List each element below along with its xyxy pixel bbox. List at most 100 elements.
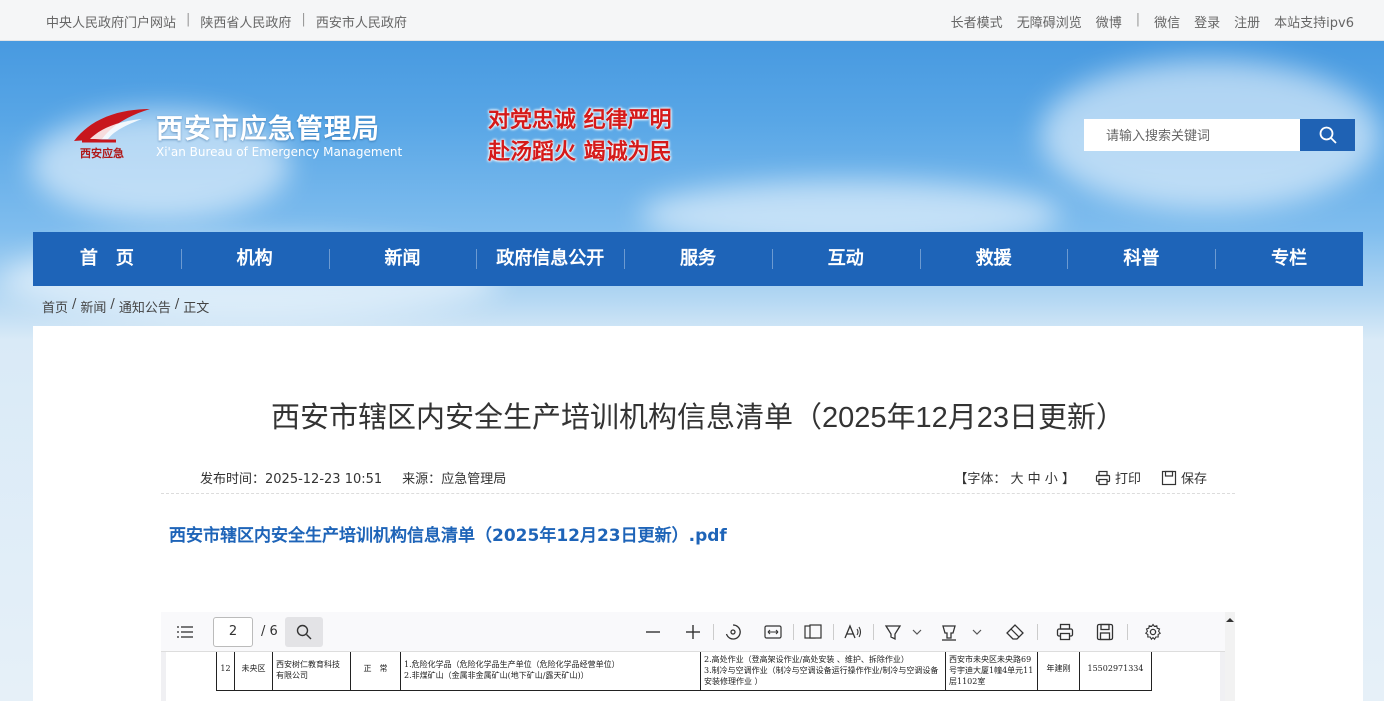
scope-line-1: 1.危险化学品（危险化学品生产单位（危险化学品经营单位） — [404, 660, 620, 669]
eraser-icon — [1006, 624, 1024, 640]
weibo-link[interactable]: 微博 — [1096, 12, 1122, 31]
table-row: 12 未央区 西安树仁教育科技有限公司 正 常 1.危险化学品（危险化学品生产单… — [216, 652, 1152, 691]
zoom-reset-button[interactable] — [723, 622, 743, 642]
site-logo[interactable]: 西安应急 西安市应急管理局 Xi'an Bureau of Emergency … — [72, 105, 402, 175]
list-icon — [177, 626, 193, 638]
cell-contact: 年建刚 — [1037, 652, 1080, 691]
logo-subtitle: 西安应急 — [80, 147, 124, 160]
article-container: 西安市辖区内安全生产培训机构信息清单（2025年12月23日更新） 发布时间：2… — [33, 326, 1363, 701]
wechat-link[interactable]: 微信 — [1154, 12, 1180, 31]
minus-icon — [646, 631, 660, 633]
breadcrumb: 首页 / 新闻 / 通知公告 / 正文 — [42, 297, 209, 316]
publish-info: 发布时间：2025-12-23 10:51 — [200, 468, 382, 487]
fit-width-button[interactable] — [763, 622, 783, 642]
publish-time: 2025-12-23 10:51 — [265, 472, 383, 487]
logo-emblem-icon — [74, 109, 150, 143]
top-bar: 中央人民政府门户网站 | 陕西省人民政府 | 西安市人民政府 长者模式 无障碍浏… — [0, 0, 1384, 41]
separator: | — [301, 12, 306, 27]
pdf-scrollbar[interactable] — [1225, 612, 1235, 701]
nav-interaction[interactable]: 互动 — [771, 232, 920, 286]
breadcrumb-separator: / — [110, 297, 115, 312]
pdf-settings-button[interactable] — [1143, 622, 1163, 642]
pdf-print-button[interactable] — [1055, 622, 1075, 642]
site-search — [1084, 119, 1355, 151]
read-aloud-button[interactable] — [843, 622, 863, 642]
nav-science[interactable]: 科普 — [1067, 232, 1215, 286]
special-line-1: 2.高处作业（登高架设作业/高处安装 、维护、拆除作业） — [704, 655, 909, 664]
sidebar-toggle-button[interactable] — [175, 622, 195, 642]
pdf-table: 12 未央区 西安树仁教育科技有限公司 正 常 1.危险化学品（危险化学品生产单… — [216, 652, 1152, 691]
accessibility-link[interactable]: 无障碍浏览 — [1017, 12, 1082, 31]
nav-gov-info[interactable]: 政府信息公开 — [476, 232, 624, 286]
search-button[interactable] — [1300, 119, 1355, 151]
font-size-close: 】 — [1061, 472, 1075, 487]
zoom-in-button[interactable] — [683, 622, 703, 642]
draw-options-button[interactable] — [967, 622, 987, 642]
save-icon — [1161, 470, 1177, 485]
save-icon — [1096, 623, 1114, 641]
highlighter-icon — [884, 625, 902, 641]
scroll-up-icon — [1226, 618, 1234, 622]
link-central-gov[interactable]: 中央人民政府门户网站 — [46, 12, 176, 31]
toolbar-separator — [833, 624, 834, 640]
chevron-down-icon — [972, 629, 982, 635]
highlight-button[interactable] — [883, 622, 903, 642]
article-tools: 【字体： 大 中 小 】 打印 保存 — [954, 468, 1207, 487]
nav-organization[interactable]: 机构 — [180, 232, 329, 286]
breadcrumb-notices[interactable]: 通知公告 — [119, 297, 171, 316]
toolbar-separator — [873, 624, 874, 640]
slogan-banner: 对党忠诚 纪律严明 赴汤蹈火 竭诚为民 — [488, 104, 708, 168]
source-label: 来源： — [402, 472, 442, 487]
cell-type: 正 常 — [350, 652, 401, 691]
gov-links: 中央人民政府门户网站 | 陕西省人民政府 | 西安市人民政府 — [46, 12, 407, 31]
toolbar-separator — [1127, 624, 1128, 640]
nav-home[interactable]: 首 页 — [33, 232, 181, 286]
font-small-button[interactable]: 小 — [1045, 472, 1058, 487]
separator: | — [1135, 12, 1141, 27]
highlight-options-button[interactable] — [907, 622, 927, 642]
page-number-input[interactable]: 2 — [213, 617, 253, 647]
toolbar-separator — [713, 624, 714, 640]
elder-mode-link[interactable]: 长者模式 — [951, 12, 1003, 31]
link-xian-gov[interactable]: 西安市人民政府 — [316, 12, 407, 31]
font-size-label: 【字体： — [954, 472, 1007, 487]
breadcrumb-home[interactable]: 首页 — [42, 297, 68, 316]
page-total: / 6 — [261, 624, 278, 639]
link-shaanxi-gov[interactable]: 陕西省人民政府 — [200, 12, 291, 31]
find-button[interactable] — [285, 617, 323, 647]
login-link[interactable]: 登录 — [1194, 12, 1220, 31]
page-view-button[interactable] — [803, 622, 823, 642]
printer-icon — [1056, 623, 1074, 641]
breadcrumb-separator: / — [174, 297, 180, 312]
print-button[interactable]: 打印 — [1095, 468, 1141, 487]
site-title-en: Xi'an Bureau of Emergency Management — [156, 145, 403, 159]
user-links: 长者模式 无障碍浏览 微博 | 微信 登录 注册 本站支持ipv6 — [951, 12, 1354, 31]
font-medium-button[interactable]: 中 — [1028, 472, 1041, 487]
chevron-down-icon — [912, 629, 922, 635]
save-button[interactable]: 保存 — [1161, 468, 1207, 487]
pdf-toolbar: 2 / 6 — [161, 612, 1225, 652]
site-title: 西安市应急管理局 — [156, 114, 380, 145]
slogan-line-2: 赴汤蹈火 竭诚为民 — [488, 139, 672, 165]
pdf-save-button[interactable] — [1095, 622, 1115, 642]
search-icon — [296, 624, 312, 640]
attachment-link[interactable]: 西安市辖区内安全生产培训机构信息清单（2025年12月23日更新）.pdf — [169, 521, 727, 546]
erase-button[interactable] — [1005, 622, 1025, 642]
save-label: 保存 — [1180, 472, 1207, 487]
nav-rescue[interactable]: 救援 — [919, 232, 1068, 286]
nav-news[interactable]: 新闻 — [328, 232, 477, 286]
zoom-out-button[interactable] — [643, 622, 663, 642]
register-link[interactable]: 注册 — [1234, 12, 1260, 31]
draw-button[interactable] — [939, 622, 959, 642]
nav-column[interactable]: 专栏 — [1215, 232, 1363, 286]
font-large-button[interactable]: 大 — [1010, 472, 1023, 487]
main-nav: 首 页 机构 新闻 政府信息公开 服务 互动 救援 科普 专栏 — [33, 232, 1363, 286]
cell-scope: 1.危险化学品（危险化学品生产单位（危险化学品经营单位） 2.非煤矿山（金属非金… — [400, 652, 701, 691]
zoom-reset-icon — [725, 624, 741, 640]
nav-service[interactable]: 服务 — [624, 232, 772, 286]
pen-icon — [942, 625, 956, 641]
source-info: 来源：应急管理局 — [402, 468, 506, 487]
search-input[interactable] — [1084, 119, 1300, 151]
cell-special: 2.高处作业（登高架设作业/高处安装 、维护、拆除作业） 3.制冷与空调作业（制… — [700, 652, 946, 691]
breadcrumb-news[interactable]: 新闻 — [80, 297, 106, 316]
